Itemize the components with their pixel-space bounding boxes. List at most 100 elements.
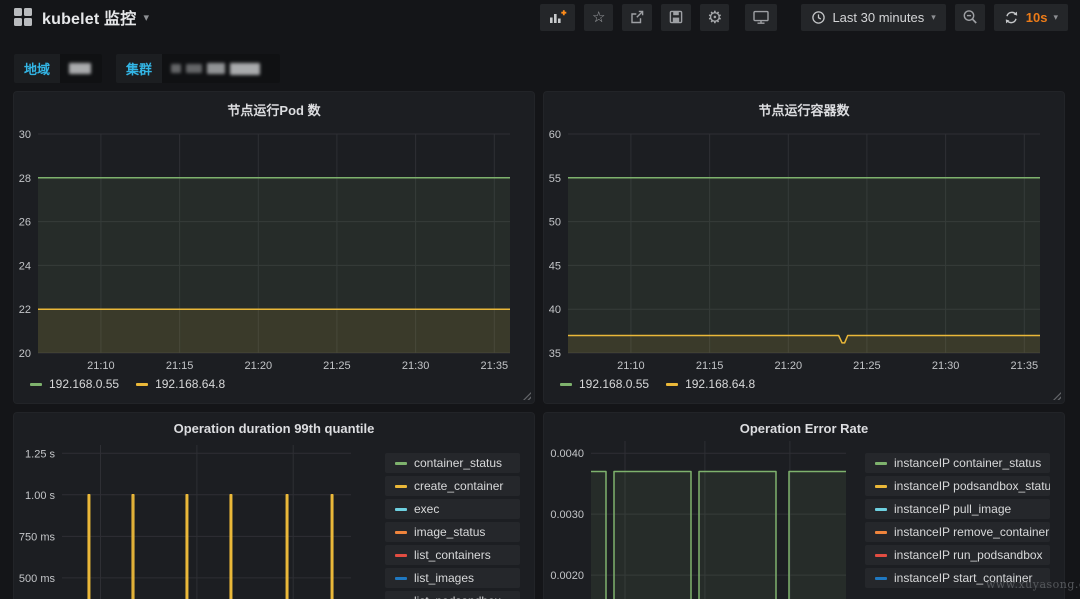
legend-item[interactable]: image_status (385, 522, 520, 542)
series-name: 192.168.0.55 (579, 377, 649, 391)
legend-item[interactable]: container_status (385, 453, 520, 473)
variable-cluster[interactable]: 集群 (116, 54, 280, 83)
time-series-chart[interactable]: 21:1021:1521:2021:2521:3021:352022242628… (14, 92, 534, 403)
axis-tick-label: 21:10 (87, 360, 115, 372)
series-area (591, 472, 846, 599)
series-color-dash (875, 508, 887, 511)
zoom-out-button[interactable] (955, 4, 985, 31)
series-name: list_podsandbox (414, 594, 501, 599)
tv-mode-button[interactable] (745, 4, 777, 31)
series-name: instanceIP remove_container (894, 525, 1049, 539)
dashboard-grid-icon[interactable] (14, 8, 32, 26)
series-color-dash (560, 383, 572, 386)
axis-tick-label: 21:10 (617, 360, 645, 372)
series-color-dash (875, 577, 887, 580)
legend-item[interactable]: instanceIP run_podsandbox (865, 545, 1050, 565)
monitor-icon (752, 9, 770, 25)
gear-icon: ⚙ (707, 9, 722, 26)
series-color-dash (875, 462, 887, 465)
legend-item[interactable]: instanceIP remove_container (865, 522, 1050, 542)
refresh-picker[interactable]: 10s ▾ (994, 4, 1068, 31)
legend-item[interactable]: exec (385, 499, 520, 519)
axis-tick-label: 21:25 (323, 360, 351, 372)
panel-operation-error-rate: Operation Error Rate 0.00200.00300.0040 … (544, 413, 1064, 599)
legend-item[interactable]: 192.168.64.8 (666, 377, 755, 391)
grafana-dashboard: kubelet 监控 ▾ ☆ (0, 0, 1080, 599)
time-range-label: Last 30 minutes (832, 10, 924, 25)
legend-item[interactable]: list_containers (385, 545, 520, 565)
series-color-dash (30, 383, 42, 386)
axis-tick-label: 0.0030 (550, 509, 584, 521)
variable-region[interactable]: 地域 (14, 54, 102, 83)
series-name: image_status (414, 525, 485, 539)
share-button[interactable] (622, 4, 652, 31)
axis-tick-label: 21:15 (696, 360, 724, 372)
series-color-dash (875, 554, 887, 557)
axis-tick-label: 24 (19, 260, 31, 272)
legend-item[interactable]: list_images (385, 568, 520, 588)
axis-tick-label: 22 (19, 304, 31, 316)
panel-title[interactable]: Operation Error Rate (544, 413, 1064, 436)
clock-icon (811, 10, 826, 25)
series-name: container_status (414, 456, 502, 470)
panel-title[interactable]: 节点运行Pod 数 (14, 92, 534, 119)
refresh-interval-label: 10s (1026, 10, 1048, 25)
legend-item[interactable]: instanceIP container_status (865, 453, 1050, 473)
save-button[interactable] (661, 4, 691, 31)
axis-tick-label: 750 ms (19, 531, 56, 543)
watermark: www.xuyasong.com (986, 578, 1080, 591)
axis-tick-label: 28 (19, 173, 31, 185)
series-name: instanceIP podsandbox_status (894, 479, 1050, 493)
series-area (568, 336, 1040, 354)
series-name: list_containers (414, 548, 491, 562)
legend-item[interactable]: 192.168.0.55 (560, 377, 649, 391)
chart-legend: instanceIP container_status instanceIP po… (865, 453, 1050, 591)
variable-region-value-redacted[interactable] (60, 54, 102, 83)
series-name: 192.168.0.55 (49, 377, 119, 391)
legend-item[interactable]: list_podsandbox (385, 591, 520, 599)
dashboard-title[interactable]: kubelet 监控 (42, 5, 136, 29)
series-color-dash (875, 531, 887, 534)
legend-item[interactable]: 192.168.64.8 (136, 377, 225, 391)
axis-tick-label: 1.25 s (25, 448, 55, 460)
series-area (62, 495, 351, 599)
axis-tick-label: 35 (549, 348, 561, 360)
axis-tick-label: 0.0040 (550, 448, 584, 460)
caret-down-icon: ▾ (931, 12, 936, 23)
axis-tick-label: 21:25 (853, 360, 881, 372)
top-navbar: kubelet 监控 ▾ ☆ (0, 0, 1080, 34)
legend-item[interactable]: create_container (385, 476, 520, 496)
axis-tick-label: 21:30 (402, 360, 430, 372)
chart-legend: 192.168.0.55 192.168.64.8 (560, 377, 772, 391)
series-name: list_images (414, 571, 474, 585)
star-button[interactable]: ☆ (584, 4, 613, 31)
series-name: exec (414, 502, 439, 516)
panel-title[interactable]: Operation duration 99th quantile (14, 413, 534, 436)
series-name: create_container (414, 479, 503, 493)
series-color-dash (395, 462, 407, 465)
axis-tick-label: 21:20 (245, 360, 273, 372)
caret-down-icon[interactable]: ▾ (143, 11, 149, 24)
axis-tick-label: 60 (549, 129, 561, 141)
panel-node-pod-count: 节点运行Pod 数 21:1021:1521:2021:2521:3021:35… (14, 92, 534, 403)
axis-tick-label: 0.0020 (550, 570, 584, 582)
legend-item[interactable]: instanceIP podsandbox_status (865, 476, 1050, 496)
axis-tick-label: 21:20 (775, 360, 803, 372)
axis-tick-label: 21:35 (1011, 360, 1039, 372)
axis-tick-label: 50 (549, 217, 561, 229)
panel-title[interactable]: 节点运行容器数 (544, 92, 1064, 119)
variable-cluster-value-redacted[interactable] (162, 54, 280, 83)
time-range-picker[interactable]: Last 30 minutes ▾ (801, 4, 945, 31)
series-name: instanceIP container_status (894, 456, 1041, 470)
add-panel-button[interactable] (540, 4, 575, 31)
axis-tick-label: 21:35 (481, 360, 509, 372)
variable-cluster-label: 集群 (116, 59, 162, 78)
settings-button[interactable]: ⚙ (700, 4, 729, 31)
axis-tick-label: 55 (549, 173, 561, 185)
time-series-chart[interactable]: 21:1021:1521:2021:2521:3021:353540455055… (544, 92, 1064, 403)
legend-item[interactable]: 192.168.0.55 (30, 377, 119, 391)
panel-node-container-count: 节点运行容器数 21:1021:1521:2021:2521:3021:3535… (544, 92, 1064, 403)
legend-item[interactable]: instanceIP pull_image (865, 499, 1050, 519)
series-color-dash (395, 485, 407, 488)
series-color-dash (136, 383, 148, 386)
